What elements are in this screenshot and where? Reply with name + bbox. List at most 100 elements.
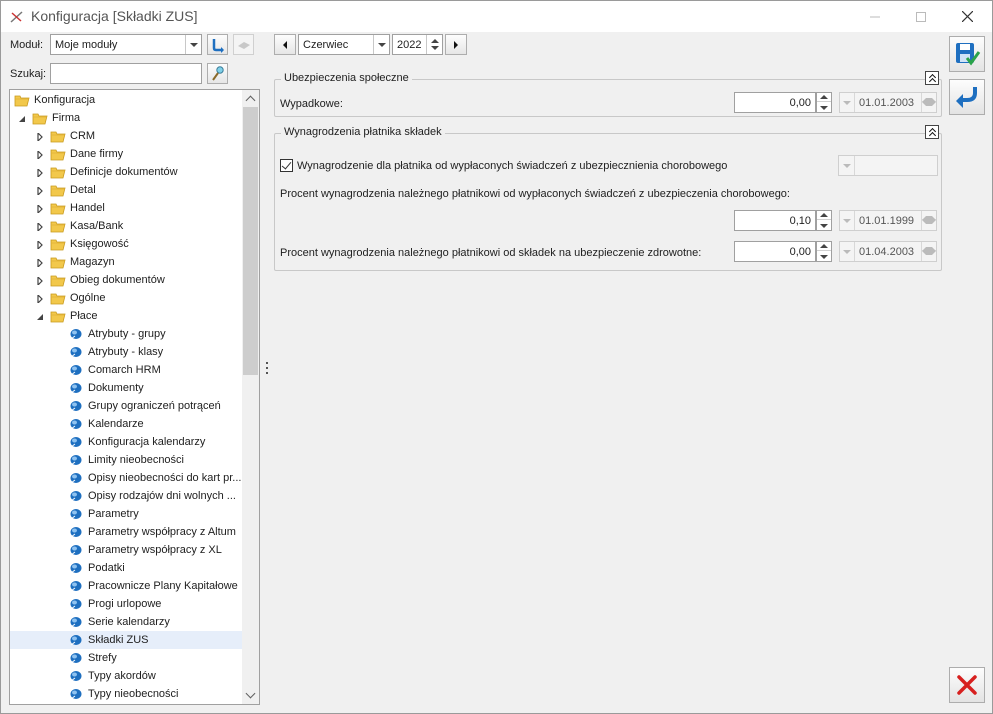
wypadkowe-spinner[interactable]	[816, 92, 832, 113]
tree-item-label: Dane firmy	[70, 148, 124, 160]
disabled-tool-icon	[237, 41, 250, 49]
setting-item-icon	[68, 453, 84, 467]
tree-item-setting[interactable]: Grupy ograniczeń potrąceń	[10, 397, 242, 415]
folder-icon	[50, 291, 66, 305]
tree-item-setting[interactable]: Limity nieobecności	[10, 451, 242, 469]
tree-item-setting[interactable]: Składki ZUS	[10, 631, 242, 649]
tree-item-folder[interactable]: CRM	[10, 127, 242, 145]
tree-item-setting[interactable]: Comarch HRM	[10, 361, 242, 379]
tree-item-folder[interactable]: Księgowość	[10, 235, 242, 253]
health-percent-input[interactable]: 0,00	[734, 241, 816, 262]
tree-item-label: Handel	[70, 202, 105, 214]
tree-expand-icon[interactable]	[36, 149, 44, 161]
tree-item-label: Ogólne	[70, 292, 106, 304]
scroll-down-button[interactable]	[242, 687, 259, 704]
save-button[interactable]	[949, 36, 985, 72]
chevron-down-icon[interactable]	[373, 35, 389, 54]
tree-expand-icon[interactable]	[36, 131, 44, 143]
minimize-button[interactable]	[852, 1, 898, 32]
tree-item-setting[interactable]: Dokumenty	[10, 379, 242, 397]
tree-item-setting[interactable]: Konfiguracja kalendarzy	[10, 433, 242, 451]
tree-collapse-icon[interactable]	[18, 114, 26, 122]
tree-item-setting[interactable]: Pracownicze Plany Kapitałowe	[10, 577, 242, 595]
tree-item-setting[interactable]: Typy nieobecności	[10, 685, 242, 703]
tree-item-setting[interactable]: Parametry	[10, 505, 242, 523]
tree-expand-icon[interactable]	[36, 185, 44, 197]
tree-item-setting[interactable]: Podatki	[10, 559, 242, 577]
payer-option-select[interactable]	[838, 155, 938, 176]
next-period-button[interactable]	[445, 34, 467, 55]
setting-item-icon	[68, 525, 84, 539]
prev-period-button[interactable]	[274, 34, 296, 55]
tree-expand-icon[interactable]	[36, 293, 44, 305]
module-back-button[interactable]	[207, 34, 228, 55]
search-button[interactable]	[207, 63, 228, 84]
splitter-handle[interactable]	[266, 362, 269, 376]
undo-button[interactable]	[949, 79, 985, 115]
tree-item-setting[interactable]: Serie kalendarzy	[10, 613, 242, 631]
spin-icon[interactable]	[426, 35, 442, 54]
module-select[interactable]: Moje moduły	[50, 34, 202, 55]
year-spinner[interactable]: 2022	[392, 34, 443, 55]
scroll-up-button[interactable]	[242, 90, 259, 107]
chevron-down-icon[interactable]	[185, 35, 201, 54]
setting-item-icon	[68, 651, 84, 665]
tree-item-setting[interactable]: Opisy rodzajów dni wolnych ...	[10, 487, 242, 505]
minimize-icon	[870, 16, 880, 17]
tree-item-folder[interactable]: Handel	[10, 199, 242, 217]
collapse-social-button[interactable]	[925, 71, 939, 86]
setting-item-icon	[68, 489, 84, 503]
wypadkowe-label: Wypadkowe:	[280, 98, 343, 110]
folder-icon	[50, 165, 66, 179]
tree-item-setting[interactable]: Parametry współpracy z Altum	[10, 523, 242, 541]
tree-item-setting[interactable]: Typy akordów	[10, 667, 242, 685]
wypadkowe-input[interactable]: 0,00	[734, 92, 816, 113]
tree-item-setting[interactable]: Opisy nieobecności do kart pr...	[10, 469, 242, 487]
tree-item-firma[interactable]: Firma	[10, 109, 242, 127]
tree-expand-icon[interactable]	[36, 257, 44, 269]
month-select[interactable]: Czerwiec	[298, 34, 390, 55]
tree-item-label: Obieg dokumentów	[70, 274, 165, 286]
tree-collapse-icon[interactable]	[36, 312, 44, 320]
tree-item-setting[interactable]: Atrybuty - grupy	[10, 325, 242, 343]
health-percent-date[interactable]: 01.04.2003	[839, 241, 937, 262]
tree-item-folder[interactable]: Obieg dokumentów	[10, 271, 242, 289]
tree-item-folder[interactable]: Definicje dokumentów	[10, 163, 242, 181]
tree-item-konfiguracja[interactable]: Konfiguracja	[10, 91, 242, 109]
scroll-thumb[interactable]	[243, 107, 258, 375]
search-input[interactable]	[50, 63, 202, 84]
sickness-percent-input[interactable]: 0,10	[734, 210, 816, 231]
tree-item-folder[interactable]: Ogólne	[10, 289, 242, 307]
sickness-percent-spinner[interactable]	[816, 210, 832, 231]
tree-expand-icon[interactable]	[36, 203, 44, 215]
cancel-button[interactable]	[949, 667, 985, 703]
tree-expand-icon[interactable]	[36, 221, 44, 233]
tree-item-setting[interactable]: Kalendarze	[10, 415, 242, 433]
module-forward-button[interactable]	[233, 34, 254, 55]
tree-expand-icon[interactable]	[36, 275, 44, 287]
tree-item-setting[interactable]: Atrybuty - klasy	[10, 343, 242, 361]
tree-expand-icon[interactable]	[36, 167, 44, 179]
folder-icon	[50, 237, 66, 251]
health-percent-spinner[interactable]	[816, 241, 832, 262]
tree-item-folder[interactable]: Dane firmy	[10, 145, 242, 163]
setting-item-icon	[68, 435, 84, 449]
tree-item-folder[interactable]: Detal	[10, 181, 242, 199]
tree-expand-icon[interactable]	[36, 239, 44, 251]
tree-item-folder[interactable]: Kasa/Bank	[10, 217, 242, 235]
sickness-percent-date[interactable]: 01.01.1999	[839, 210, 937, 231]
collapse-payer-button[interactable]	[925, 125, 939, 140]
close-window-button[interactable]	[944, 1, 990, 32]
wypadkowe-date[interactable]: 01.01.2003	[839, 92, 937, 113]
maximize-button[interactable]	[898, 1, 944, 32]
tree-item-place[interactable]: Płace	[10, 307, 242, 325]
payer-remuneration-checkbox[interactable]	[280, 159, 293, 172]
tree-item-setting[interactable]: Parametry współpracy z XL	[10, 541, 242, 559]
tree-scrollbar[interactable]	[242, 90, 259, 704]
close-icon	[961, 11, 973, 22]
config-tree[interactable]: Typy nieobecności Typy akordów Strefy Skład…	[9, 89, 260, 705]
app-icon	[10, 11, 23, 23]
tree-item-setting[interactable]: Strefy	[10, 649, 242, 667]
tree-item-folder[interactable]: Magazyn	[10, 253, 242, 271]
tree-item-setting[interactable]: Progi urlopowe	[10, 595, 242, 613]
